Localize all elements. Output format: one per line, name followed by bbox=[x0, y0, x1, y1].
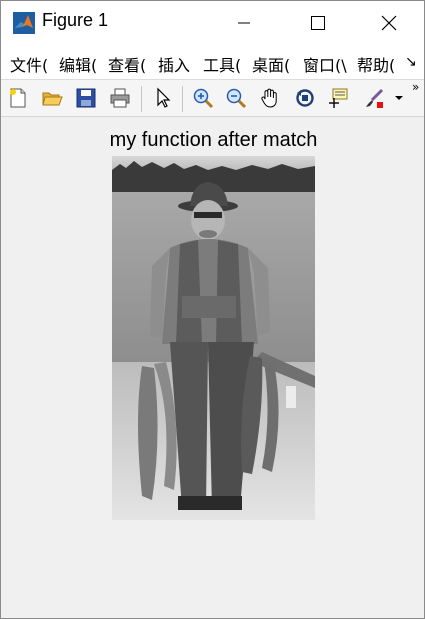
pan-hand-icon bbox=[261, 88, 277, 108]
window-title: Figure 1 bbox=[42, 10, 109, 30]
toolbar-separator bbox=[182, 86, 183, 112]
zoom-in-icon bbox=[193, 88, 214, 109]
menu-tools[interactable]: 工具( bbox=[203, 52, 241, 76]
rotate-3d-icon bbox=[296, 89, 314, 107]
menu-insert[interactable]: 插入 bbox=[158, 52, 190, 76]
pan-button[interactable] bbox=[257, 85, 283, 111]
close-button[interactable] bbox=[366, 1, 412, 45]
minimize-button[interactable] bbox=[221, 1, 267, 45]
print-icon bbox=[110, 88, 130, 108]
data-cursor-button[interactable] bbox=[325, 85, 351, 111]
select-pointer-button[interactable] bbox=[150, 85, 176, 111]
matlab-logo-icon bbox=[13, 12, 35, 34]
menu-bar: 文件( 编辑( 查看( 插入 工具( 桌面( 窗口(\ 帮助( ↘ bbox=[1, 45, 424, 79]
matched-image bbox=[112, 156, 315, 520]
close-icon bbox=[381, 15, 397, 31]
minimize-icon bbox=[238, 22, 250, 24]
open-file-icon bbox=[42, 92, 63, 106]
rotate-3d-button[interactable] bbox=[292, 85, 318, 111]
menu-edit[interactable]: 编辑( bbox=[59, 52, 97, 76]
title-bar[interactable]: Figure 1 bbox=[1, 1, 424, 45]
axes-title: my function after match bbox=[109, 129, 318, 151]
menu-help[interactable]: 帮助( bbox=[357, 52, 395, 76]
brush-dropdown-button[interactable] bbox=[390, 85, 408, 111]
matlab-figure-window: Figure 1 文件( 编辑( 查看( 插入 工具( 桌面( 窗口(\ 帮助(… bbox=[0, 0, 425, 619]
save-icon bbox=[76, 88, 96, 108]
zoom-in-button[interactable] bbox=[190, 85, 216, 111]
zoom-out-icon bbox=[226, 88, 247, 109]
menu-overflow-icon[interactable]: ↘ bbox=[405, 54, 417, 70]
print-button[interactable] bbox=[107, 85, 133, 111]
menu-window[interactable]: 窗口(\ bbox=[303, 52, 347, 76]
menu-desktop[interactable]: 桌面( bbox=[252, 52, 290, 76]
brush-icon bbox=[366, 88, 384, 108]
maximize-button[interactable] bbox=[295, 1, 341, 45]
new-figure-button[interactable] bbox=[5, 85, 31, 111]
brush-button[interactable] bbox=[361, 85, 387, 111]
toolbar-separator bbox=[141, 86, 142, 112]
brush-dropdown-icon bbox=[395, 96, 403, 100]
new-figure-icon bbox=[10, 88, 26, 108]
maximize-icon bbox=[311, 16, 325, 30]
save-button[interactable] bbox=[73, 85, 99, 111]
zoom-out-button[interactable] bbox=[223, 85, 249, 111]
data-cursor-icon bbox=[329, 88, 348, 108]
toolbar-overflow-icon[interactable]: » bbox=[412, 80, 419, 94]
menu-view[interactable]: 查看( bbox=[108, 52, 146, 76]
grayscale-photo-man-with-fish-icon bbox=[112, 156, 315, 520]
open-file-button[interactable] bbox=[39, 85, 65, 111]
figure-canvas: my function after match bbox=[1, 118, 424, 618]
menu-file[interactable]: 文件( bbox=[10, 52, 48, 76]
select-pointer-icon bbox=[157, 87, 171, 108]
figure-toolbar: » bbox=[1, 79, 424, 117]
